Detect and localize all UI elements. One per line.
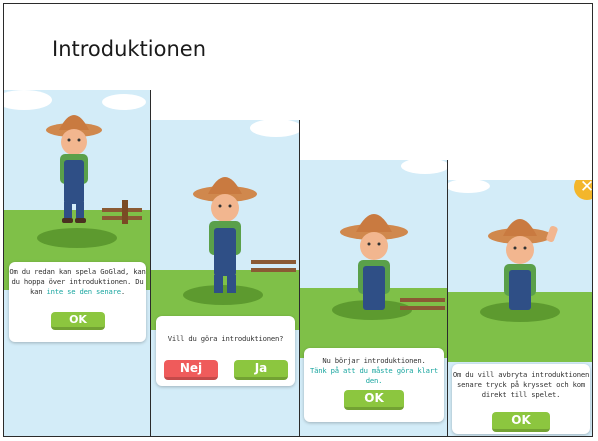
- screenshot-panel-2: Vill du göra introduktionen? Nej Ja: [151, 120, 300, 436]
- dialog-message: Vill du göra introduktionen?: [167, 334, 284, 343]
- dialog-message-line: kan inte se den senare.: [9, 287, 146, 297]
- skip-intro-dialog: Om du redan kan spela GoGlad, kan du hop…: [9, 262, 146, 342]
- dialog-link-text: inte se den senare: [46, 287, 121, 296]
- screenshot-panel-4: ✕ Om du vill avbryta introduktionen sena…: [448, 180, 592, 436]
- no-button[interactable]: Nej: [164, 360, 218, 380]
- dialog-text: .: [120, 287, 125, 296]
- dialog-message-line: senare tryck på krysset och kom: [457, 380, 585, 389]
- slide-frame: Introduktionen Om du redan kan spela GoG…: [3, 3, 593, 437]
- yes-button[interactable]: Ja: [234, 360, 288, 380]
- start-intro-dialog: Vill du göra introduktionen? Nej Ja: [156, 316, 295, 386]
- ok-button[interactable]: OK: [344, 390, 404, 410]
- intro-started-dialog: Nu börjar introduktionen. Tänk på att du…: [304, 348, 444, 422]
- screenshot-panel-3: Nu börjar introduktionen. Tänk på att du…: [300, 160, 448, 436]
- abort-intro-dialog: Om du vill avbryta introduktionen senare…: [452, 364, 590, 434]
- slide-title: Introduktionen: [52, 37, 207, 61]
- dialog-message-line: Nu börjar introduktionen.: [322, 356, 426, 365]
- screenshot-panel-1: Om du redan kan spela GoGlad, kan du hop…: [4, 90, 151, 436]
- farmer-character: [46, 115, 102, 223]
- dialog-text: kan: [30, 287, 47, 296]
- dialog-message-line: Om du vill avbryta introduktionen: [452, 370, 590, 379]
- dialog-message-line: Om du redan kan spela GoGlad, kan: [9, 267, 146, 276]
- dialog-message-line: direkt till spelet.: [481, 390, 561, 399]
- ok-button[interactable]: OK: [492, 412, 550, 432]
- dialog-message-line: du hoppa över introduktionen. Du: [11, 277, 144, 286]
- farm-scene: [151, 120, 299, 330]
- ok-button[interactable]: OK: [51, 312, 105, 330]
- dialog-link-text: Tänk på att du måste göra klart den.: [310, 366, 438, 385]
